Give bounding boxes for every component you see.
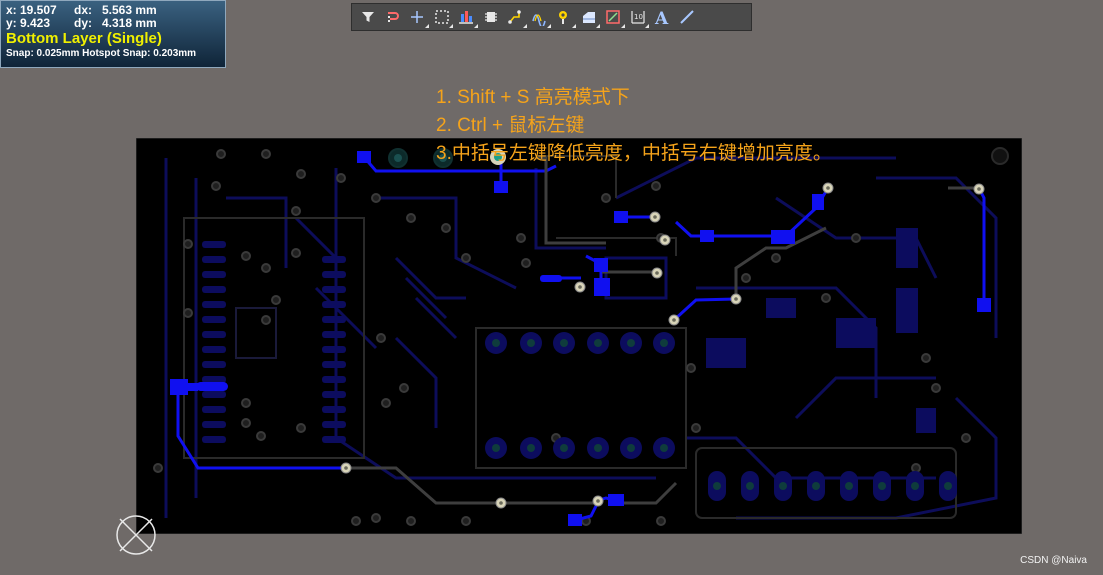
align-button[interactable] xyxy=(454,6,479,28)
route-multiple-button[interactable] xyxy=(503,6,528,28)
dropdown-arrow-icon xyxy=(547,24,551,28)
dropdown-arrow-icon xyxy=(596,24,600,28)
dropdown-arrow-icon xyxy=(645,24,649,28)
line-icon xyxy=(680,10,694,24)
svg-text:A: A xyxy=(654,9,669,26)
hud-y-label: y: xyxy=(6,16,17,30)
pcb-board-canvas[interactable] xyxy=(136,138,1022,534)
hud-y-row: y: 9.423 dy: 4.318 mm xyxy=(6,17,225,30)
origin-marker-icon xyxy=(114,513,158,557)
select-rect-button[interactable] xyxy=(430,6,455,28)
hud-current-layer: Bottom Layer (Single) xyxy=(6,30,162,47)
place-crosshair-button[interactable] xyxy=(405,6,430,28)
pcb-board-drawing xyxy=(136,138,1022,534)
diff-pair-button[interactable] xyxy=(528,6,553,28)
filter-button[interactable] xyxy=(356,6,381,28)
interactive-route-button[interactable] xyxy=(381,6,406,28)
filter-icon xyxy=(362,12,375,22)
dropdown-arrow-icon xyxy=(620,24,625,28)
component-icon xyxy=(484,12,497,22)
dropdown-arrow-icon xyxy=(522,24,527,28)
interactive-route-icon xyxy=(387,12,399,22)
text-button[interactable]: A xyxy=(650,6,675,28)
hud-snap-info: Snap: 0.025mm Hotspot Snap: 0.203mm xyxy=(6,48,197,59)
keepout-button[interactable] xyxy=(601,6,626,28)
dropdown-arrow-icon xyxy=(424,24,429,28)
annotation-line-1: 1. Shift + S 高亮模式下 xyxy=(436,87,630,108)
coordinate-hud: x: 19.507 dx: 5.563 mm y: 9.423 dy: 4.318 mm B… xyxy=(0,0,226,68)
dropdown-arrow-icon xyxy=(571,24,576,28)
watermark: CSDN @Naiva xyxy=(1020,555,1087,566)
svg-text:10: 10 xyxy=(634,13,643,21)
hud-dy-label: dy: xyxy=(74,16,92,30)
line-button[interactable] xyxy=(675,6,700,28)
via-button[interactable] xyxy=(552,6,577,28)
hud-dy-value: 4.318 mm xyxy=(102,16,157,30)
active-toolbar: 10 A xyxy=(351,3,752,31)
annotation-line-3: 3.中括号左键降低亮度，中括号右键增加亮度。 xyxy=(436,143,832,164)
annotation-line-2: 2. Ctrl + 鼠标左键 xyxy=(436,115,585,136)
dropdown-arrow-icon xyxy=(473,24,478,28)
dropdown-arrow-icon xyxy=(449,24,453,28)
component-button[interactable] xyxy=(479,6,504,28)
text-icon: A xyxy=(654,9,669,26)
dimension-button[interactable]: 10 xyxy=(626,6,651,28)
hud-y-value: 9.423 xyxy=(20,16,51,30)
polygon-button[interactable] xyxy=(577,6,602,28)
